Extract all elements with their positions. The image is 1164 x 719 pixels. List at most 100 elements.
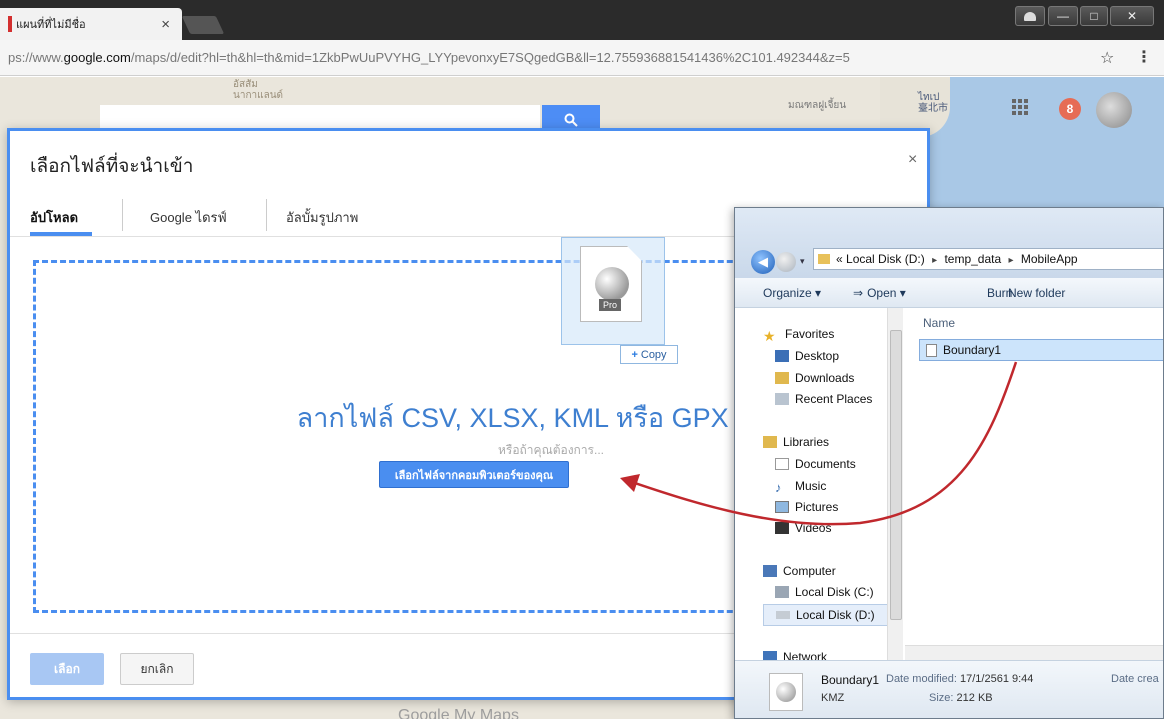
organize-button[interactable]: Organize ▾ [763,286,821,300]
nav-pictures[interactable]: Pictures [775,500,838,514]
list-item[interactable]: Boundary1 [919,339,1163,361]
computer-icon [763,565,777,577]
star-icon: ★ [763,328,776,344]
notifications-badge[interactable]: 8 [1059,98,1081,120]
close-window-button[interactable]: ✕ [1110,6,1154,26]
tab-close-icon[interactable]: × [161,16,170,33]
nav-favorites[interactable]: ★ Favorites [763,327,834,344]
pictures-icon [775,501,789,513]
navigation-scrollbar[interactable] [887,308,903,660]
breadcrumb-local-disk-d[interactable]: Local Disk (D:) [846,252,925,266]
map-label-fujian: มณฑลฝูเจี้ยน [788,100,847,111]
browser-menu-icon[interactable]: ⋮ [1136,47,1152,67]
select-button[interactable]: เลือก [30,653,104,685]
open-button[interactable]: ⇒ Open ▾ [853,286,906,300]
pro-badge: Pro [599,299,622,311]
maps-favicon-icon [8,16,12,32]
url-host: google.com [63,50,131,65]
explorer-title-bar: ◀ ▾ « Local Disk (D:) ▸ temp_data ▸ Mobi… [735,208,1163,278]
nav-local-disk-d[interactable]: Local Disk (D:) [763,604,889,626]
details-date-modified: Date modified: 17/1/2561 9:44 [886,673,1034,685]
scrollbar-thumb[interactable] [890,330,902,620]
open-with-icon: ⇒ [853,286,864,300]
apps-grid-icon[interactable] [1012,99,1028,120]
tab-photo-album[interactable]: อัลบั้มรูปภาพ [286,207,358,228]
downloads-icon [775,372,789,384]
drive-d-icon [776,611,790,619]
bookmark-star-icon[interactable]: ☆ [1100,48,1114,68]
folder-icon [818,254,830,264]
videos-icon [775,522,789,534]
maximize-button[interactable]: □ [1080,6,1108,26]
details-date-created: Date crea [1111,673,1159,685]
url-path: /maps/d/edit?hl=th&hl=th&mid=1ZkbPwUuPVY… [130,50,850,65]
nav-music[interactable]: ♪ Music [775,479,826,495]
tab-google-drive[interactable]: Google ไดรฟ์ [150,207,227,228]
kmz-file-icon [926,343,937,357]
new-tab-button[interactable] [181,16,225,34]
google-earth-globe-icon [595,267,629,301]
browser-window: แผนที่ที่ไม่มีชื่อ × — □ ✕ ps://www.goog… [0,0,1164,719]
nav-local-disk-c[interactable]: Local Disk (C:) [775,585,874,599]
profile-button[interactable] [1015,6,1045,26]
kmz-file-icon: Pro [580,246,642,322]
forward-button[interactable] [776,252,796,272]
drive-c-icon [775,586,789,598]
choose-file-button[interactable]: เลือกไฟล์จากคอมพิวเตอร์ของคุณ [379,461,569,488]
copy-label: Copy [640,348,667,361]
navigation-pane: ★ Favorites Desktop Downloads Recent Plac… [735,308,903,664]
dialog-title: เลือกไฟล์ที่จะนำเข้า [30,156,194,177]
tab-upload[interactable]: อัปโหลด [30,207,78,228]
recent-places-icon [775,393,789,405]
plus-icon: + [631,348,638,361]
nav-desktop[interactable]: Desktop [775,349,839,363]
nav-documents[interactable]: Documents [775,457,856,471]
google-earth-globe-icon [776,682,796,702]
nav-libraries[interactable]: Libraries [763,435,829,449]
file-explorer-window: ◀ ▾ « Local Disk (D:) ▸ temp_data ▸ Mobi… [734,207,1164,719]
avatar[interactable] [1096,92,1132,128]
url-text[interactable]: ps://www.google.com/maps/d/edit?hl=th&hl… [8,50,850,65]
cancel-button[interactable]: ยกเลิก [120,653,194,685]
column-header-name[interactable]: Name [923,316,955,330]
tab-divider [266,199,267,231]
url-prefix: ps://www. [8,50,64,65]
active-tab-indicator [30,232,92,236]
tab-divider [122,199,123,231]
breadcrumb[interactable]: « Local Disk (D:) ▸ temp_data ▸ MobileAp… [813,248,1163,270]
breadcrumb-separator: ▸ [932,255,938,266]
details-file-type: KMZ [821,692,845,704]
dialog-close-icon[interactable]: × [908,151,917,169]
breadcrumb-separator: ▸ [1008,255,1014,266]
nav-computer[interactable]: Computer [763,564,836,578]
browser-tab[interactable]: แผนที่ที่ไม่มีชื่อ × [0,8,182,40]
search-icon [564,113,578,127]
horizontal-scrollbar[interactable] [905,645,1163,660]
file-name: Boundary1 [943,343,1002,357]
kmz-file-icon [769,673,803,711]
nav-downloads[interactable]: Downloads [775,371,854,385]
dragged-file-ghost[interactable]: Pro [561,237,665,345]
copy-cursor-badge: + Copy [620,345,678,364]
google-my-maps-logo: Google My Maps [398,707,519,719]
music-icon: ♪ [775,480,782,495]
libraries-icon [763,436,777,448]
address-bar[interactable]: ps://www.google.com/maps/d/edit?hl=th&hl… [0,40,1164,76]
new-folder-button[interactable]: New folder [1008,286,1065,300]
details-pane: Boundary1 KMZ Date modified: 17/1/2561 9… [735,660,1163,718]
map-label-taipei: ไทเป 臺北市 [918,92,948,114]
user-icon [1024,11,1036,21]
map-label-assam: อัสสัม นากาแลนด์ [233,79,284,101]
nav-videos[interactable]: Videos [775,521,831,535]
breadcrumb-overflow[interactable]: « [836,252,843,266]
minimize-button[interactable]: — [1048,6,1078,26]
explorer-toolbar: Organize ▾ ⇒ Open ▾ Burn New folder [735,278,1163,308]
file-list-pane: Name Boundary1 [905,308,1163,660]
breadcrumb-mobileapp[interactable]: MobileApp [1021,252,1078,266]
breadcrumb-temp-data[interactable]: temp_data [944,252,1001,266]
documents-icon [775,458,789,470]
recent-pages-chevron-icon[interactable]: ▾ [800,256,805,267]
back-button[interactable]: ◀ [751,250,775,274]
desktop-icon [775,350,789,362]
nav-recent-places[interactable]: Recent Places [775,392,872,406]
